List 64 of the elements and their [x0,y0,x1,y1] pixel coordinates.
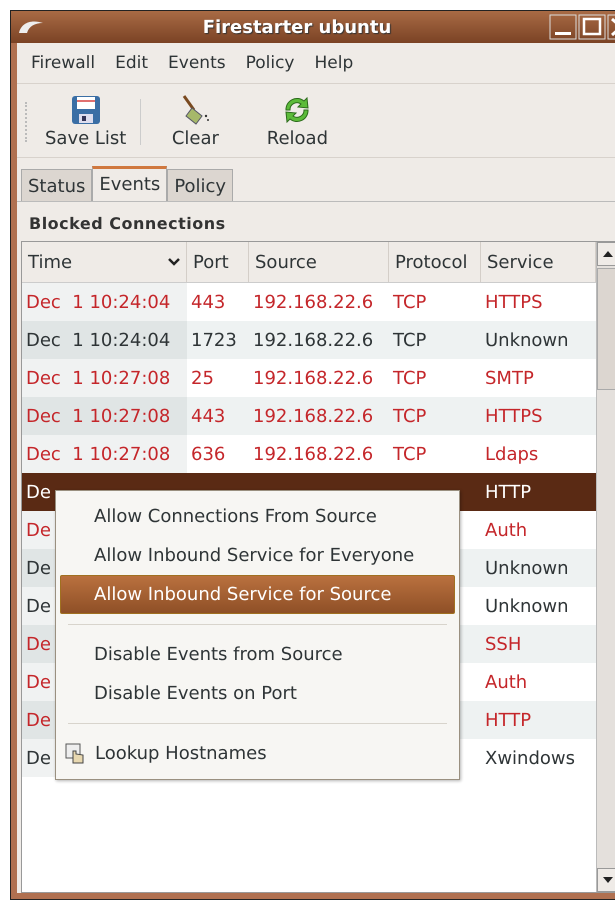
table-cell[interactable]: SSH [485,634,522,654]
table-cell[interactable]: HTTPS [485,406,542,426]
menu-item[interactable]: Firewall [23,49,104,77]
table-cell[interactable]: TCP [393,292,426,312]
table-cell[interactable]: HTTP [485,710,532,730]
table-cell[interactable]: Auth [485,520,528,540]
menu-item[interactable]: Disable Events on Port [60,674,455,713]
table-cell[interactable]: SMTP [485,368,534,388]
menu-item[interactable]: Allow Inbound Service for Source [60,575,455,614]
table-cell[interactable]: 443 [191,406,226,426]
table-cell[interactable]: De [26,596,51,616]
menu-item[interactable]: Edit [107,49,156,77]
table-cell[interactable]: 636 [191,444,226,464]
table-cell[interactable]: TCP [393,444,426,464]
table-cell[interactable]: Unknown [485,558,569,578]
menu-item[interactable]: Help [306,49,362,77]
flame-icon [17,19,45,35]
table-cell[interactable]: HTTP [485,482,532,502]
table-cell[interactable]: 25 [191,368,214,388]
table-cell[interactable]: TCP [393,368,426,388]
menu-item[interactable]: Allow Inbound Service for Everyone [60,536,455,575]
sort-caret-icon [168,258,180,266]
table-cell[interactable]: Xwindows [485,748,575,768]
menu-item[interactable]: Events [160,49,234,77]
table-cell[interactable]: 1723 [191,330,237,350]
table-cell[interactable]: 192.168.22.6 [253,292,374,312]
table-cell[interactable]: Auth [485,672,528,692]
table-cell[interactable]: Unknown [485,596,569,616]
table-cell[interactable]: 443 [191,292,226,312]
column-header[interactable]: Source [249,242,389,282]
column-header[interactable]: Port [187,242,249,282]
column-header[interactable]: Time [22,242,187,282]
menu-item[interactable]: Policy [238,49,302,77]
table-cell[interactable]: TCP [393,330,426,350]
window-title: Firestarter ubuntu [202,16,392,38]
table-cell[interactable]: De [26,748,51,768]
table-cell[interactable]: 192.168.22.6 [253,406,374,426]
scroll-up-icon[interactable] [597,242,615,266]
table-cell[interactable]: De [26,558,51,578]
table-cell[interactable]: De [26,482,51,502]
section-title: Blocked Connections [28,213,227,235]
menu-item[interactable]: Lookup Hostnames [60,734,455,773]
menu-item[interactable]: Allow Connections From Source [60,497,455,536]
tab[interactable]: Policy [167,169,234,201]
scroll-down-icon[interactable] [597,868,615,892]
table-cell[interactable]: De [26,520,51,540]
toolbar-button[interactable]: Clear [147,90,244,153]
table-cell[interactable]: De [26,672,51,692]
table-cell[interactable]: De [26,710,51,730]
scrollbar-thumb[interactable] [597,268,615,390]
table-cell[interactable]: Ldaps [485,444,538,464]
table-cell[interactable]: 192.168.22.6 [253,330,374,350]
table-cell[interactable]: Unknown [485,330,569,350]
table-cell[interactable]: 192.168.22.6 [253,368,374,388]
table-cell[interactable]: HTTPS [485,292,542,312]
column-header[interactable]: Protocol [389,242,481,282]
table-cell[interactable]: 192.168.22.6 [253,444,374,464]
toolbar-button[interactable]: Reload [249,90,346,153]
table-cell[interactable]: TCP [393,406,426,426]
tab[interactable]: Events [92,166,168,201]
tab[interactable]: Status [21,169,92,201]
menu-item[interactable]: Disable Events from Source [60,635,455,674]
toolbar-button[interactable]: Save List [37,90,134,153]
table-cell[interactable]: De [26,634,51,654]
